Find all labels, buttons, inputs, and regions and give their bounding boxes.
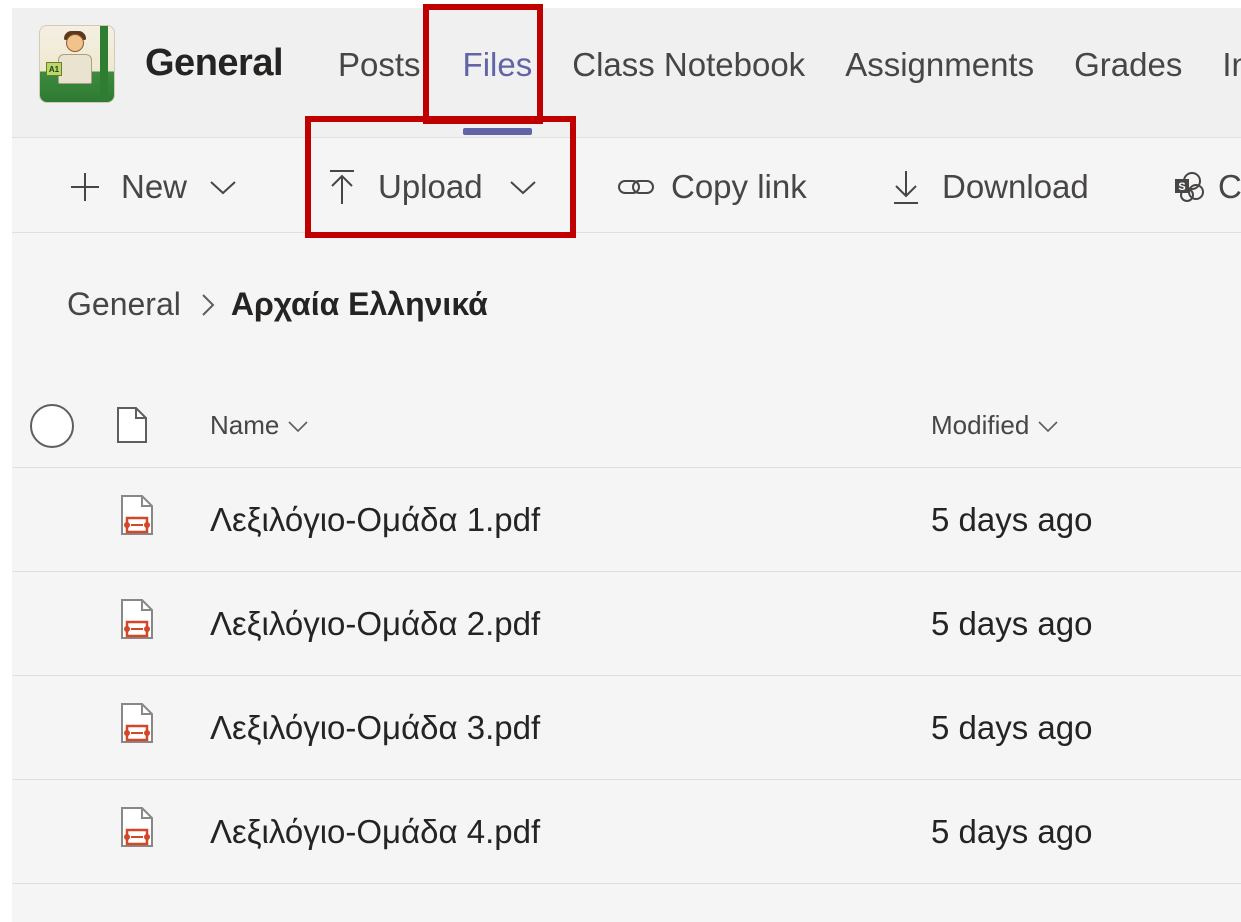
column-name-label: Name	[210, 410, 280, 440]
download-label: Download	[942, 168, 1089, 205]
column-header-modified[interactable]: Modified	[931, 410, 1059, 441]
link-icon	[617, 172, 655, 202]
copy-link-button[interactable]: Copy link	[617, 165, 807, 209]
column-header-name[interactable]: Name	[210, 410, 309, 441]
logo-stripe	[100, 26, 108, 102]
tab-label: Files	[462, 46, 533, 83]
pdf-file-icon	[118, 598, 156, 649]
chevron-right-icon	[201, 292, 215, 318]
chevron-down-icon	[1037, 419, 1059, 433]
file-name[interactable]: Λεξιλόγιο-Ομάδα 1.pdf	[210, 501, 540, 539]
chevron-down-icon	[509, 178, 537, 196]
column-modified-label: Modified	[931, 410, 1030, 440]
team-logo[interactable]: A1	[39, 25, 115, 103]
upload-label: Upload	[378, 168, 483, 205]
plus-icon	[67, 169, 103, 205]
logo-face	[66, 34, 84, 52]
channel-tabs: Posts Files Class Notebook Assignments G…	[338, 46, 1241, 136]
tab-class-notebook[interactable]: Class Notebook	[572, 46, 805, 136]
svg-text:S: S	[1178, 181, 1185, 193]
file-modified: 5 days ago	[931, 709, 1093, 746]
file-row[interactable]: Λεξιλόγιο-Ομάδα 1.pdf 5 days ago	[12, 468, 1241, 572]
new-button[interactable]: New	[67, 165, 237, 209]
breadcrumb: General Αρχαία Ελληνικά	[67, 286, 488, 323]
upload-button[interactable]: Upload	[328, 165, 537, 209]
tab-label: Class Notebook	[572, 46, 806, 83]
file-name[interactable]: Λεξιλόγιο-Ομάδα 3.pdf	[210, 709, 540, 747]
tab-insights[interactable]: Ins	[1222, 46, 1241, 136]
list-header: Name Modified	[12, 386, 1241, 468]
pdf-file-icon	[118, 494, 156, 545]
tab-assignments[interactable]: Assignments	[845, 46, 1034, 136]
breadcrumb-current: Αρχαία Ελληνικά	[230, 286, 488, 322]
sharepoint-icon: S	[1172, 170, 1206, 204]
tab-label: Grades	[1074, 46, 1183, 83]
files-toolbar: New Upload Copy link Download S C	[12, 139, 1241, 233]
active-tab-indicator	[462, 128, 533, 135]
tab-label: Posts	[338, 46, 421, 83]
file-row[interactable]: Λεξιλόγιο-Ομάδα 2.pdf 5 days ago	[12, 572, 1241, 676]
chevron-down-icon	[209, 178, 237, 196]
file-name[interactable]: Λεξιλόγιο-Ομάδα 2.pdf	[210, 605, 540, 643]
tab-files[interactable]: Files	[462, 46, 533, 136]
file-modified: 5 days ago	[931, 813, 1093, 850]
tab-posts[interactable]: Posts	[338, 46, 421, 136]
copy-link-label: Copy link	[671, 168, 807, 205]
tab-grades[interactable]: Grades	[1074, 46, 1182, 136]
tab-label: Assignments	[845, 46, 1035, 83]
pdf-file-icon	[118, 702, 156, 753]
channel-title: General	[145, 42, 284, 84]
channel-header: A1 General Posts Files Class Notebook As…	[12, 8, 1241, 138]
file-modified: 5 days ago	[931, 605, 1093, 642]
logo-badge: A1	[46, 62, 62, 76]
chevron-down-icon	[287, 419, 309, 433]
tab-label: Ins	[1222, 46, 1241, 83]
new-label: New	[121, 168, 188, 205]
file-list: Name Modified Λεξιλόγιο-Ομάδα 1.pdf 5 da…	[12, 386, 1241, 884]
breadcrumb-root[interactable]: General	[67, 286, 181, 323]
upload-icon	[328, 168, 356, 206]
download-button[interactable]: Download	[892, 165, 1089, 209]
file-row[interactable]: Λεξιλόγιο-Ομάδα 4.pdf 5 days ago	[12, 780, 1241, 884]
file-modified: 5 days ago	[931, 501, 1093, 538]
overflow-label: C	[1218, 168, 1241, 205]
open-in-sharepoint-button[interactable]: S C	[1172, 165, 1241, 209]
teams-files-view: A1 General Posts Files Class Notebook As…	[12, 8, 1241, 922]
download-icon	[892, 168, 920, 206]
select-all-checkbox[interactable]	[30, 404, 74, 448]
file-name[interactable]: Λεξιλόγιο-Ομάδα 4.pdf	[210, 813, 540, 851]
file-type-icon[interactable]	[116, 406, 148, 449]
logo-figure	[58, 54, 92, 84]
pdf-file-icon	[118, 806, 156, 857]
file-row[interactable]: Λεξιλόγιο-Ομάδα 3.pdf 5 days ago	[12, 676, 1241, 780]
